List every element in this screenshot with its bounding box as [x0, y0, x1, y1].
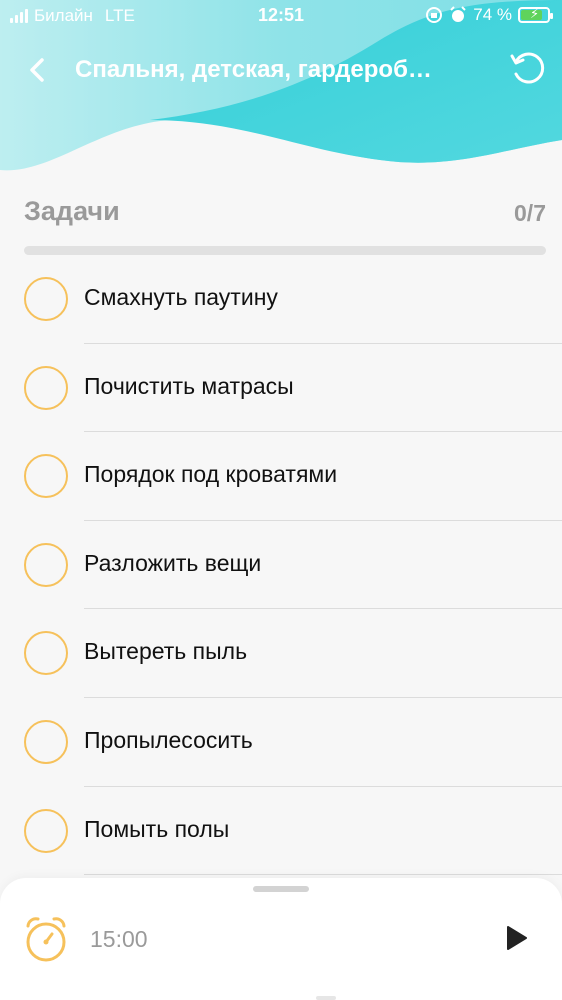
task-item[interactable]: Пропылесосить: [0, 698, 562, 787]
task-list: Смахнуть паутину Почистить матрасы Поряд…: [0, 255, 562, 876]
navigation-bar: Спальня, детская, гардероб…: [0, 48, 562, 92]
tasks-section-header: Задачи 0/7: [24, 196, 546, 236]
tasks-title: Задачи: [24, 196, 120, 226]
task-checkbox[interactable]: [24, 365, 68, 410]
task-label: Пропылесосить: [84, 726, 253, 753]
chevron-left-icon[interactable]: [22, 52, 54, 88]
refresh-icon[interactable]: [508, 48, 548, 88]
task-label: Вытереть пыль: [84, 638, 248, 665]
alarm-clock-icon: [26, 917, 66, 962]
timer-bottom-sheet: 15:00: [0, 878, 562, 1000]
battery-icon: ⚡: [518, 6, 553, 23]
task-label: Смахнуть паутину: [84, 284, 278, 310]
header: Билайн LTE 12:51 74 % ⚡ Спальня, детская…: [0, 0, 562, 180]
task-checkbox[interactable]: [24, 631, 68, 676]
task-checkbox[interactable]: [24, 277, 68, 321]
divider: [84, 874, 562, 876]
page-title: Спальня, детская, гардероб…: [75, 56, 432, 83]
sheet-drag-handle[interactable]: [253, 886, 309, 892]
orientation-lock-icon: [426, 7, 443, 23]
task-checkbox[interactable]: [24, 542, 68, 587]
status-bar: Билайн LTE 12:51 74 % ⚡: [0, 0, 562, 32]
tasks-count: 0/7: [514, 200, 546, 226]
task-checkbox[interactable]: [24, 719, 68, 764]
task-item[interactable]: Вытереть пыль: [0, 609, 562, 698]
task-item[interactable]: Почистить матрасы: [0, 344, 562, 433]
timer-value: 15:00: [90, 926, 148, 952]
task-item[interactable]: Помыть полы: [0, 787, 562, 876]
task-item[interactable]: Порядок под кроватями: [0, 432, 562, 521]
task-label: Почистить матрасы: [84, 372, 294, 399]
task-label: Порядок под кроватями: [84, 461, 338, 488]
play-icon[interactable]: [500, 922, 532, 954]
task-item[interactable]: Смахнуть паутину: [0, 255, 562, 344]
task-label: Разложить вещи: [84, 549, 262, 576]
battery-percent: 74 %: [473, 5, 512, 24]
task-label: Помыть полы: [84, 815, 230, 842]
home-indicator: [316, 996, 336, 1000]
tasks-progress-bar: [24, 246, 546, 255]
task-item[interactable]: Разложить вещи: [0, 521, 562, 610]
task-checkbox[interactable]: [24, 454, 68, 499]
alarm-icon: [450, 6, 466, 22]
task-checkbox[interactable]: [24, 808, 68, 853]
